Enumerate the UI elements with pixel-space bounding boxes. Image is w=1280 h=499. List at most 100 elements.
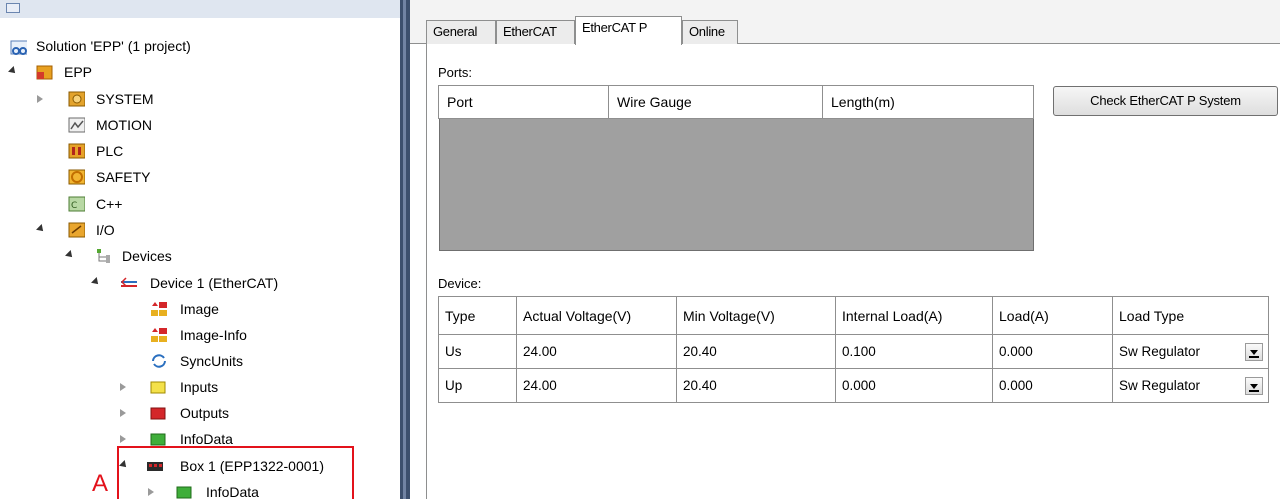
column-header-port[interactable]: Port	[438, 85, 609, 119]
load-type-select[interactable]: Sw Regulator	[1112, 334, 1269, 369]
dropdown-arrow-icon[interactable]	[1245, 343, 1263, 361]
tree-item-image-info[interactable]: Image-Info	[0, 322, 400, 348]
column-header-wire-gauge[interactable]: Wire Gauge	[608, 85, 823, 119]
column-header-min-voltage[interactable]: Min Voltage(V)	[676, 296, 836, 335]
tree-toolbar	[0, 0, 400, 18]
cell-type: Us	[438, 334, 517, 369]
tree-item-label: MOTION	[96, 117, 152, 133]
column-header-load[interactable]: Load(A)	[992, 296, 1113, 335]
tree-item-syncunits[interactable]: SyncUnits	[0, 348, 400, 374]
tree-item-label: SYSTEM	[96, 91, 154, 107]
load-type-value: Sw Regulator	[1119, 378, 1201, 393]
expand-arrow-icon[interactable]	[8, 66, 18, 76]
collapse-all-icon[interactable]	[6, 3, 20, 13]
tree-item-label: Devices	[122, 248, 172, 264]
plc-icon	[68, 143, 85, 159]
tree-item-label: SAFETY	[96, 169, 151, 185]
tree-item-label: SyncUnits	[180, 353, 244, 369]
cell-internal-load: 0.000	[835, 368, 993, 403]
tree-item-label: Solution 'EPP' (1 project)	[36, 38, 191, 54]
cell-actual-voltage: 24.00	[516, 334, 677, 369]
cell-min-voltage: 20.40	[676, 368, 836, 403]
cell-type: Up	[438, 368, 517, 403]
tree-item-inputs[interactable]: Inputs	[0, 374, 400, 400]
tree-item-label: Device 1 (EtherCAT)	[150, 275, 279, 291]
tab-strip: General EtherCAT EtherCAT P Online	[410, 0, 1280, 45]
dropdown-arrow-icon[interactable]	[1245, 377, 1263, 395]
system-icon	[68, 91, 85, 107]
safety-icon	[68, 169, 85, 185]
io-icon	[68, 222, 85, 238]
ports-table-body	[439, 119, 1034, 251]
tree-item-label: Image	[180, 301, 219, 317]
ports-group-label: Ports:	[438, 65, 490, 80]
tab-ethercat[interactable]: EtherCAT	[496, 20, 575, 44]
tree-item-label: C++	[96, 196, 123, 212]
cell-load: 0.000	[992, 334, 1113, 369]
tree-item-system[interactable]: SYSTEM	[0, 86, 400, 112]
column-header-actual-voltage[interactable]: Actual Voltage(V)	[516, 296, 677, 335]
solution-explorer-tree: Solution 'EPP' (1 project) EPP SYSTEM MO…	[0, 0, 400, 499]
expand-arrow-icon[interactable]	[36, 224, 46, 234]
load-type-select[interactable]: Sw Regulator	[1112, 368, 1269, 403]
expand-arrow-icon[interactable]	[120, 409, 126, 417]
tree-item-device1[interactable]: Device 1 (EtherCAT)	[0, 270, 400, 296]
device-header-row: Type Actual Voltage(V) Min Voltage(V) In…	[438, 296, 1269, 335]
annotation-label: A	[92, 470, 109, 497]
tab-general[interactable]: General	[426, 20, 496, 44]
column-header-load-type[interactable]: Load Type	[1112, 296, 1269, 335]
cell-internal-load: 0.100	[835, 334, 993, 369]
column-header-length[interactable]: Length(m)	[822, 85, 1034, 119]
expand-arrow-icon[interactable]	[65, 250, 75, 260]
tree-item-label: I/O	[96, 222, 115, 238]
tree-item-label: Image-Info	[180, 327, 247, 343]
tree-item-plc[interactable]: PLC	[0, 138, 400, 164]
outputs-icon	[150, 407, 166, 420]
syncunits-icon	[152, 354, 166, 368]
tree-item-outputs[interactable]: Outputs	[0, 400, 400, 426]
tree-item-solution[interactable]: Solution 'EPP' (1 project)	[0, 33, 400, 59]
tree-item-label: EPP	[64, 64, 93, 80]
tree-item-safety[interactable]: SAFETY	[0, 164, 400, 190]
cell-load: 0.000	[992, 368, 1113, 403]
ethercat-device-icon	[120, 277, 137, 287]
expand-arrow-icon[interactable]	[120, 383, 126, 391]
tab-online[interactable]: Online	[682, 20, 738, 44]
table-row: Us 24.00 20.40 0.100 0.000 Sw Regulator	[438, 334, 1269, 369]
tab-page: Ports: Port Wire Gauge Length(m) Check E…	[426, 44, 1280, 499]
tree-item-io[interactable]: I/O	[0, 217, 400, 243]
cell-min-voltage: 20.40	[676, 334, 836, 369]
cpp-icon: C	[68, 196, 85, 212]
tree-item-label: Outputs	[180, 405, 230, 421]
tree-item-cpp[interactable]: C C++	[0, 191, 400, 217]
panel-splitter[interactable]	[400, 0, 410, 499]
expand-arrow-icon[interactable]	[37, 95, 43, 103]
motion-icon	[68, 117, 85, 133]
load-type-value: Sw Regulator	[1119, 344, 1201, 359]
expand-arrow-icon[interactable]	[120, 435, 126, 443]
properties-panel: General EtherCAT EtherCAT P Online Ports…	[410, 0, 1280, 499]
solution-icon	[10, 40, 27, 55]
column-header-internal-load[interactable]: Internal Load(A)	[835, 296, 993, 335]
cell-actual-voltage: 24.00	[516, 368, 677, 403]
tree-item-epp[interactable]: EPP	[0, 59, 400, 85]
ports-header-row: Port Wire Gauge Length(m)	[438, 85, 1034, 119]
check-ethercat-p-system-button[interactable]: Check EtherCAT P System	[1053, 86, 1278, 116]
tree-item-motion[interactable]: MOTION	[0, 112, 400, 138]
table-row: Up 24.00 20.40 0.000 0.000 Sw Regulator	[438, 368, 1269, 403]
device-group-label: Device:	[438, 276, 500, 291]
image-icon	[151, 302, 167, 316]
image-info-icon	[151, 328, 167, 342]
infodata-icon	[150, 433, 166, 446]
tree-item-devices[interactable]: Devices	[0, 243, 400, 269]
tree-item-image[interactable]: Image	[0, 296, 400, 322]
ports-table: Port Wire Gauge Length(m)	[438, 85, 1034, 119]
inputs-icon	[150, 381, 166, 394]
devices-icon	[97, 249, 110, 263]
project-icon	[36, 65, 53, 80]
column-header-type[interactable]: Type	[438, 296, 517, 335]
tab-ethercat-p[interactable]: EtherCAT P	[575, 16, 682, 45]
svg-text:C: C	[71, 201, 77, 211]
expand-arrow-icon[interactable]	[91, 277, 101, 287]
device-table: Type Actual Voltage(V) Min Voltage(V) In…	[438, 296, 1269, 403]
